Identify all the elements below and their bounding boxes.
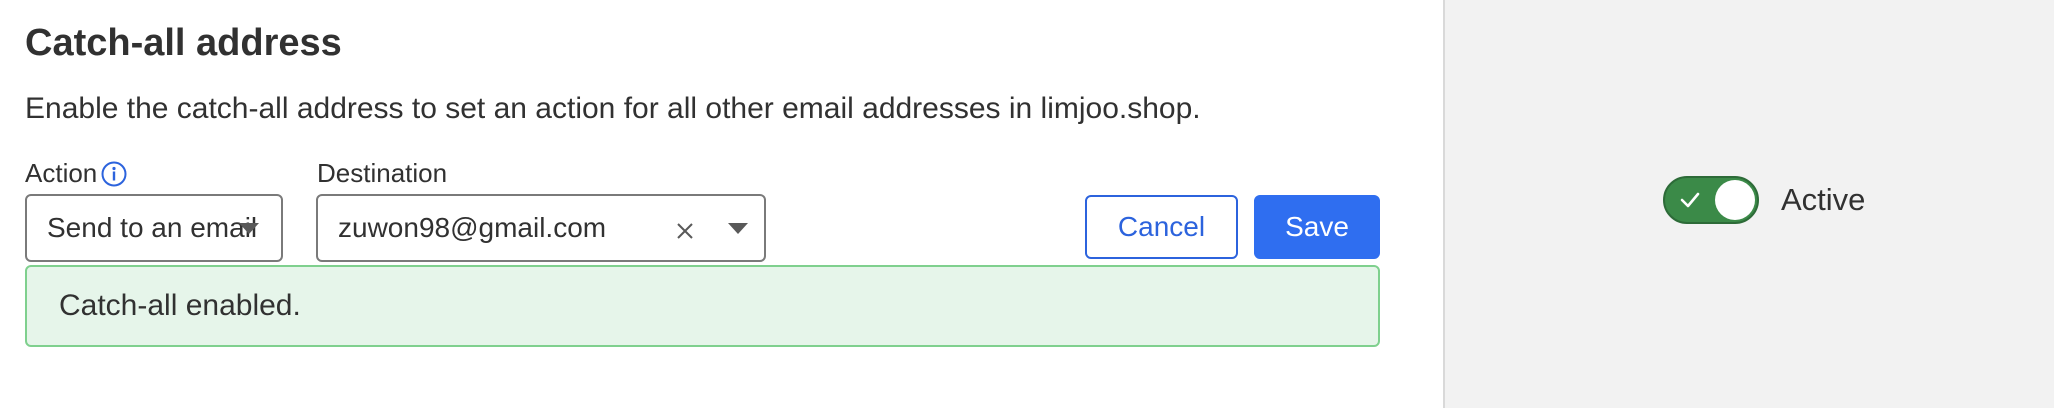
close-icon[interactable] — [674, 217, 696, 239]
toggle-knob — [1715, 180, 1755, 220]
info-icon[interactable] — [101, 161, 127, 187]
action-label-group: Action — [25, 158, 127, 189]
action-select-value: Send to an email — [47, 212, 258, 243]
destination-select-value: zuwon98@gmail.com — [338, 212, 607, 243]
section-description: Enable the catch-all address to set an a… — [25, 92, 1201, 125]
check-icon — [1680, 192, 1700, 208]
section-title: Catch-all address — [25, 22, 342, 64]
success-notice-text: Catch-all enabled. — [59, 289, 301, 322]
chevron-down-icon — [239, 223, 259, 234]
destination-select[interactable]: zuwon98@gmail.com — [316, 194, 766, 262]
action-label: Action — [25, 158, 98, 188]
destination-label: Destination — [317, 158, 448, 188]
save-button[interactable]: Save — [1254, 195, 1380, 259]
success-notice: Catch-all enabled. — [25, 265, 1380, 347]
cancel-button[interactable]: Cancel — [1085, 195, 1238, 259]
toggle-label: Active — [1781, 182, 1866, 217]
catch-all-page: Catch-all address Enable the catch-all a… — [0, 0, 2054, 408]
catch-all-panel: Catch-all address Enable the catch-all a… — [0, 0, 1443, 408]
active-toggle[interactable] — [1663, 176, 1759, 224]
active-toggle-group: Active — [1663, 176, 1865, 224]
action-select[interactable]: Send to an email — [25, 194, 283, 262]
chevron-down-icon[interactable] — [728, 223, 748, 234]
